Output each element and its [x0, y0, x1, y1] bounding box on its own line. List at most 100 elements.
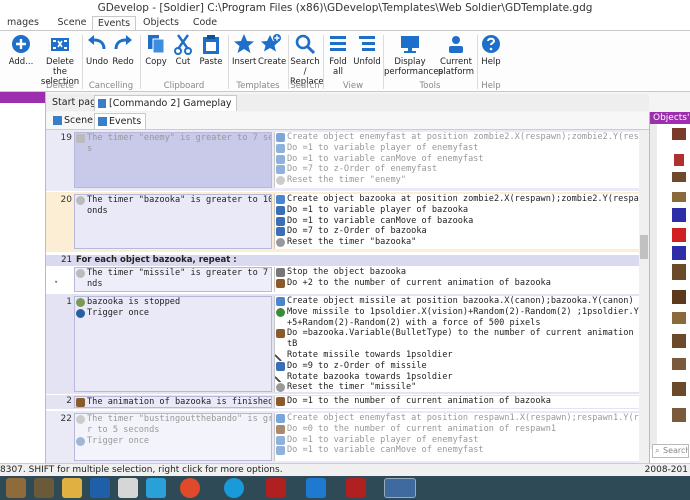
redo-button[interactable]: Redo — [112, 33, 134, 67]
create-button[interactable]: Create — [258, 33, 286, 67]
events-scrollbar[interactable] — [639, 130, 649, 463]
events-editor[interactable]: 19 The timer "enemy" is greater to 7 sec… — [46, 130, 639, 463]
object-thumbnail[interactable] — [672, 172, 686, 182]
event-conditions[interactable]: The timer "enemy" is greater to 7 second… — [74, 132, 272, 188]
event-actions[interactable]: Create object missile at position bazook… — [274, 296, 639, 393]
calculator-icon[interactable] — [118, 478, 138, 498]
event-actions[interactable]: Create object bazooka at position zombie… — [274, 194, 639, 249]
event-conditions[interactable]: The animation of bazooka is finished — [74, 396, 272, 408]
variable-icon — [276, 435, 285, 445]
object-thumbnail[interactable] — [672, 228, 686, 242]
timer-icon — [276, 238, 285, 248]
cut-button[interactable]: Cut — [172, 33, 194, 67]
app-icon[interactable] — [6, 478, 26, 498]
help-button[interactable]: Help — [478, 33, 504, 67]
tab-objects[interactable]: Objects — [138, 16, 184, 30]
tab-gameplay-label: [Commando 2] Gameplay — [109, 98, 232, 109]
mcafee-icon[interactable] — [346, 478, 366, 498]
objects-panel: Objects' e ⌕ Search — [649, 112, 690, 463]
fold-arrow-icon[interactable]: ▾ — [54, 278, 58, 286]
add-label: Add... — [8, 57, 34, 67]
status-bar: 8307. SHIFT for multiple selection, righ… — [0, 463, 690, 476]
sub-event-1[interactable]: 1 bazooka is stopped Trigger once Create… — [46, 294, 639, 394]
condition-line: r to 5 seconds — [87, 424, 160, 435]
gdevelop-icon[interactable] — [384, 478, 416, 498]
timer-icon — [76, 134, 85, 143]
object-thumbnail[interactable] — [672, 246, 686, 260]
app-icon[interactable] — [90, 478, 110, 498]
object-thumbnail[interactable] — [672, 312, 686, 324]
event-actions[interactable]: Stop the object bazooka Do +2 to the num… — [274, 267, 639, 292]
delete-selection-button[interactable]: Delete the selection — [40, 33, 80, 87]
chrome-icon[interactable] — [180, 478, 200, 498]
event-actions[interactable]: Do =1 to the number of current animation… — [274, 396, 639, 408]
undo-button[interactable]: Undo — [86, 33, 108, 67]
objects-search-input[interactable]: ⌕ Search — [652, 444, 689, 458]
app-icon[interactable] — [34, 478, 54, 498]
search-icon — [295, 34, 316, 55]
create-object-icon — [276, 195, 285, 204]
object-thumbnail[interactable] — [674, 154, 684, 166]
events-icon — [98, 117, 107, 126]
for-each-event-header[interactable]: 21 For each object bazooka, repeat : — [46, 255, 639, 266]
scrollbar-thumb[interactable] — [640, 235, 648, 259]
event-actions[interactable]: Create object enemyfast at position zomb… — [274, 132, 639, 188]
scene-icon — [98, 99, 106, 108]
tab-code[interactable]: Code — [186, 16, 224, 30]
objects-tree-lines — [650, 124, 657, 449]
skype-icon[interactable] — [224, 478, 244, 498]
z-order-icon — [276, 165, 285, 175]
object-thumbnail[interactable] — [672, 128, 686, 140]
event-conditions[interactable]: The timer "bustingoutthebando" is greate… — [74, 413, 272, 461]
subtab-scene-label: Scene — [64, 115, 93, 126]
z-order-icon — [276, 227, 285, 237]
event-actions[interactable]: Create object enemyfast at position resp… — [274, 413, 639, 461]
paste-button[interactable]: Paste — [198, 33, 224, 67]
condition-line: Trigger once — [75, 436, 271, 447]
object-thumbnail[interactable] — [672, 358, 686, 370]
tab-events[interactable]: Events — [92, 16, 136, 30]
copy-button[interactable]: Copy — [144, 33, 168, 67]
event-19[interactable]: 19 The timer "enemy" is greater to 7 sec… — [46, 130, 639, 191]
scene-icon — [53, 116, 62, 125]
event-21-body[interactable]: ▾ The timer "missile" is greater to 7 se… — [46, 266, 639, 294]
object-thumbnail[interactable] — [672, 208, 686, 222]
current-platform-button[interactable]: Current platform — [436, 33, 476, 77]
subtab-scene[interactable]: Scene — [50, 113, 97, 129]
action-line: Reset the timer "missile" — [275, 382, 639, 393]
object-thumbnail[interactable] — [672, 382, 686, 396]
display-performances-button[interactable]: Display performances — [384, 33, 443, 77]
timer-icon — [276, 383, 285, 393]
action-line: Do =9 to z-Order of missile — [275, 361, 639, 372]
tab-gameplay[interactable]: [Commando 2] Gameplay — [94, 95, 237, 111]
app-icon[interactable] — [146, 478, 166, 498]
unfold-button[interactable]: Unfold — [353, 33, 381, 67]
folder-icon[interactable] — [62, 478, 82, 498]
object-thumbnail[interactable] — [672, 264, 686, 280]
film-delete-icon — [51, 38, 69, 51]
tab-images-bank[interactable]: mages bank — [0, 16, 46, 41]
event-20[interactable]: 20 The timer "bazooka" is greater to 10 … — [46, 192, 639, 252]
mcafee-icon[interactable] — [266, 478, 286, 498]
fold-all-button[interactable]: Fold all — [325, 33, 351, 77]
add-button[interactable]: Add... — [6, 33, 36, 67]
search-replace-button[interactable]: Search / Replace — [290, 33, 324, 87]
tab-scene[interactable]: Scene — [48, 16, 96, 30]
event-conditions[interactable]: The timer "missile" is greater to 7 seco… — [74, 267, 272, 292]
action-line: Reset the timer "bazooka" — [275, 237, 639, 248]
objects-search-placeholder: Search — [663, 446, 689, 455]
event-22[interactable]: 22 The timer "bustingoutthebando" is gre… — [46, 411, 639, 463]
event-conditions[interactable]: bazooka is stopped Trigger once — [74, 296, 272, 392]
object-thumbnail[interactable] — [672, 192, 686, 202]
action-line: Do =1 to variable player of enemyfast — [275, 435, 639, 446]
sub-event-2[interactable]: 2 The animation of bazooka is finished D… — [46, 395, 639, 409]
subtab-events[interactable]: Events — [94, 113, 147, 129]
onedrive-icon[interactable] — [306, 478, 326, 498]
object-thumbnail[interactable] — [672, 334, 686, 348]
for-each-label: For each object bazooka, repeat : — [76, 255, 237, 265]
object-thumbnail[interactable] — [672, 290, 686, 304]
object-thumbnail[interactable] — [672, 408, 686, 422]
insert-button[interactable]: Insert — [232, 33, 256, 67]
condition-line: The timer "missile" is greater to 7 seco — [75, 268, 271, 279]
event-conditions[interactable]: The timer "bazooka" is greater to 10 sec… — [74, 194, 272, 249]
